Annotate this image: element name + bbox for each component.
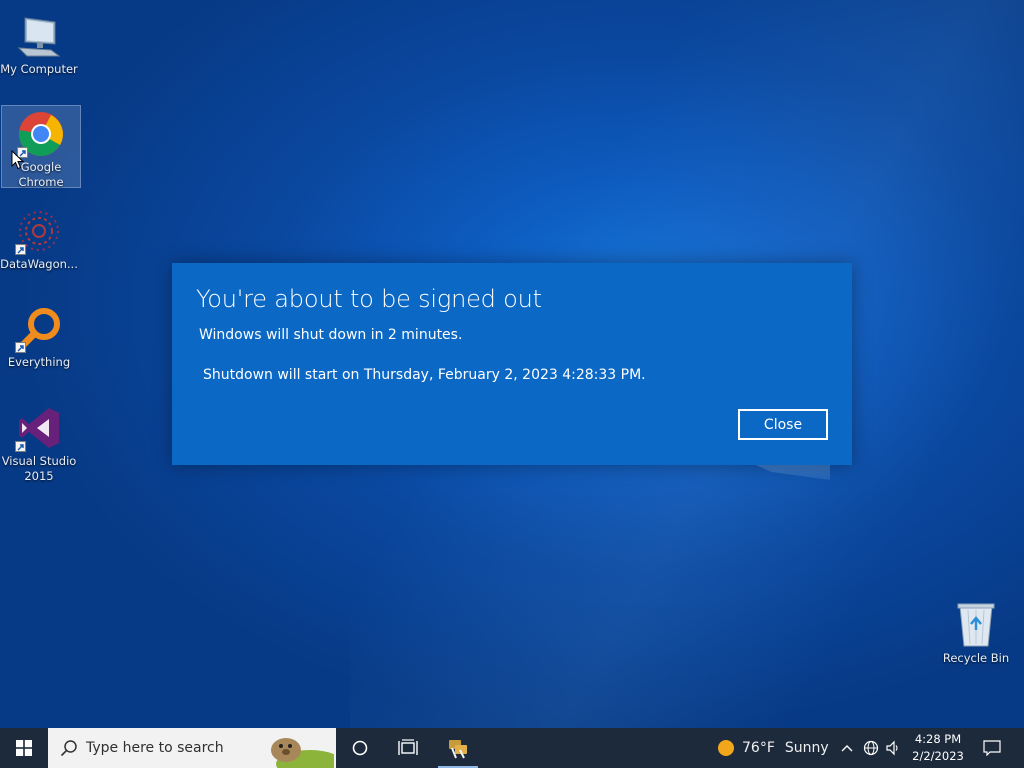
shortcut-arrow-icon — [15, 244, 26, 255]
mouse-cursor-icon — [11, 150, 25, 170]
start-button[interactable] — [0, 728, 48, 768]
task-view-icon — [398, 739, 418, 755]
desktop-icon-label: DataWagon... — [0, 257, 78, 271]
dialog-title: You're about to be signed out — [196, 285, 542, 313]
cortana-icon — [352, 740, 368, 756]
weather-condition: Sunny — [784, 740, 829, 756]
taskbar-clock[interactable]: 4:28 PM 2/2/2023 — [904, 731, 972, 765]
desktop-icon-label: Everything — [7, 355, 71, 369]
desktop-icon-google-chrome[interactable]: Google Chrome — [1, 105, 81, 189]
visual-studio-icon — [15, 404, 63, 452]
desktop-icon-label: My Computer — [0, 62, 78, 76]
computer-icon — [15, 12, 63, 60]
action-center-button[interactable] — [976, 728, 1008, 768]
network-icon — [863, 740, 879, 756]
desktop-icon-my-computer[interactable]: My Computer — [0, 8, 78, 77]
dialog-detail: Shutdown will start on Thursday, Februar… — [203, 367, 646, 383]
search-icon — [60, 740, 77, 757]
datawagon-icon — [15, 207, 63, 255]
clock-time: 4:28 PM — [914, 732, 962, 746]
search-placeholder: Type here to search — [86, 740, 224, 756]
close-button[interactable]: Close — [738, 409, 828, 440]
desktop-icon-datawagon[interactable]: DataWagon... — [0, 203, 78, 272]
windows-start-icon — [16, 740, 32, 756]
task-view-button[interactable] — [384, 728, 432, 768]
volume-icon — [886, 740, 898, 756]
show-hidden-icons-button[interactable] — [836, 728, 858, 768]
shortcut-arrow-icon — [15, 342, 26, 353]
network-button[interactable] — [860, 728, 882, 768]
signout-dialog: You're about to be signed out Windows wi… — [172, 263, 852, 465]
weather-temperature: 76°F — [742, 740, 775, 756]
dialog-message: Windows will shut down in 2 minutes. — [199, 327, 463, 343]
pinned-app-icon — [449, 740, 467, 759]
pinned-app-button[interactable] — [438, 728, 478, 768]
taskbar: Type here to search 76°F Sunny 4:28 PM 2… — [0, 728, 1024, 768]
volume-button[interactable] — [882, 728, 904, 768]
desktop-icon-visual-studio[interactable]: Visual Studio 2015 — [0, 400, 78, 484]
desktop-icon-recycle-bin[interactable]: Recycle Bin — [940, 602, 1012, 665]
recycle-bin-label: Recycle Bin — [942, 651, 1010, 665]
shortcut-arrow-icon — [15, 441, 26, 452]
weather-widget[interactable]: 76°F Sunny — [716, 728, 832, 768]
desktop-icon-everything[interactable]: Everything — [0, 301, 78, 370]
search-highlight-illustration-icon — [271, 738, 334, 768]
cortana-button[interactable] — [336, 728, 384, 768]
notification-icon — [983, 740, 1001, 756]
recycle-bin-icon — [957, 603, 995, 647]
chevron-up-icon — [841, 745, 853, 752]
everything-search-icon — [15, 305, 63, 353]
taskbar-search-box[interactable]: Type here to search — [48, 728, 336, 768]
sun-icon — [718, 740, 734, 756]
clock-date: 2/2/2023 — [912, 749, 964, 763]
desktop-icon-label: Visual Studio 2015 — [1, 454, 77, 483]
